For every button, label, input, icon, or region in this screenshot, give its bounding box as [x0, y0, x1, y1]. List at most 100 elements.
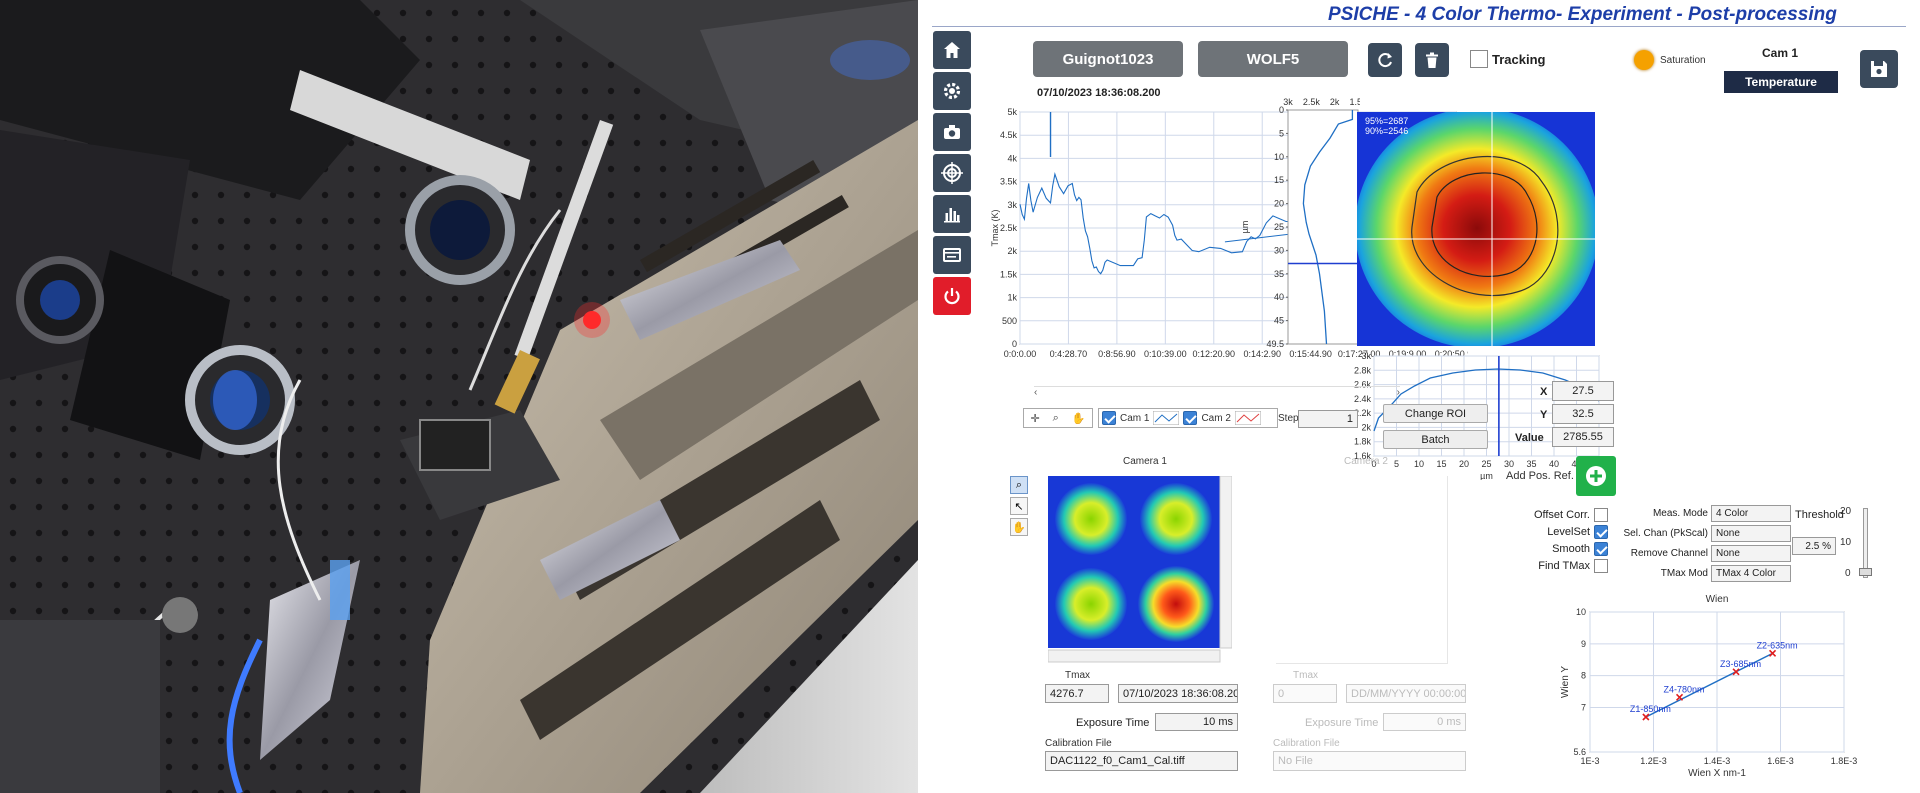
- x-tick-label: 0:0:0.00: [1004, 349, 1037, 359]
- cam2-legend-label: Cam 2: [1201, 412, 1231, 424]
- y-tick-label: 3.5k: [1000, 177, 1018, 187]
- camera2-calib-label: Calibration File: [1273, 738, 1340, 749]
- levelset-label: LevelSet: [1547, 525, 1590, 538]
- offset-corr-label: Offset Corr.: [1533, 508, 1590, 521]
- cam2-checkbox[interactable]: [1183, 411, 1198, 425]
- camera2-tmax-label: Tmax: [1293, 670, 1318, 681]
- v-scrollbar: [1219, 476, 1232, 649]
- cursor-y-field: 32.5: [1552, 404, 1614, 424]
- nav-rail: [933, 31, 971, 315]
- y-tick-label: 15: [1274, 175, 1284, 185]
- cam1-legend-label: Cam 1: [1120, 412, 1150, 424]
- camera1-exposure-field[interactable]: 10 ms: [1155, 713, 1238, 731]
- threshold-slider[interactable]: 20 10 0: [1838, 506, 1878, 582]
- save-icon: [1871, 61, 1887, 77]
- y-tick-label: 9: [1581, 639, 1586, 649]
- x-tick-label: 15: [1436, 459, 1446, 469]
- camera1-calib-field[interactable]: DAC1122_f0_Cam1_Cal.tiff: [1045, 751, 1238, 771]
- add-pos-ref-button[interactable]: [1576, 456, 1616, 496]
- remove-channel-select[interactable]: None: [1711, 544, 1791, 562]
- home-button[interactable]: [933, 31, 971, 69]
- x-axis-label: Wien X nm-1: [1688, 768, 1746, 779]
- y-tick-label: 35: [1274, 269, 1284, 279]
- zoom-icon[interactable]: ⌕: [1010, 476, 1028, 494]
- step-field[interactable]: 1: [1298, 410, 1358, 428]
- x-tick-label: 35: [1526, 459, 1536, 469]
- threshold-field[interactable]: 2.5 %: [1792, 537, 1836, 555]
- crosshair-icon[interactable]: ✛: [1030, 412, 1039, 425]
- gear-icon: [943, 82, 961, 100]
- x-axis-label: µm: [1480, 471, 1493, 480]
- heatmap-intensity: [1357, 112, 1595, 346]
- sel-chan-select[interactable]: None: [1711, 524, 1791, 542]
- power-button[interactable]: [933, 277, 971, 315]
- x-tick-label: 1.5k: [1349, 97, 1360, 107]
- find-tmax-label: Find TMax: [1538, 559, 1590, 572]
- meas-mode-select[interactable]: 4 Color: [1711, 504, 1791, 522]
- y-tick-label: 0: [1012, 339, 1017, 349]
- threshold-tick-max: 20: [1840, 506, 1852, 517]
- scroll-left-icon[interactable]: ‹: [1034, 387, 1037, 398]
- refresh-button[interactable]: [1368, 43, 1402, 77]
- find-tmax-checkbox[interactable]: [1594, 558, 1608, 573]
- tmax-mod-select[interactable]: TMax 4 Color: [1711, 564, 1791, 582]
- change-roi-button[interactable]: Change ROI: [1383, 404, 1488, 423]
- pointer-icon[interactable]: ↖: [1010, 497, 1028, 515]
- tracking-checkbox[interactable]: [1470, 50, 1488, 68]
- chart-title: Wien: [1706, 594, 1729, 605]
- options-group: Offset Corr. LevelSet Smooth Find TMax: [1488, 506, 1608, 574]
- target-button[interactable]: [933, 154, 971, 192]
- batch-button[interactable]: Batch: [1383, 430, 1488, 449]
- y-axis-label: Wien Y: [1560, 666, 1571, 698]
- cam1-line-swatch: [1153, 411, 1180, 425]
- y-tick-label: 2.5k: [1000, 223, 1018, 233]
- camera2-tmax-field: 0: [1273, 684, 1337, 703]
- point-label: Z3-685nm: [1720, 659, 1761, 669]
- y-axis-label: Tmax (K): [990, 209, 1000, 246]
- x-tick-label: 40: [1549, 459, 1559, 469]
- sample-button[interactable]: WOLF5: [1198, 41, 1348, 77]
- y-tick-label: 25: [1274, 222, 1284, 232]
- settings-button[interactable]: [933, 72, 971, 110]
- levelset-checkbox[interactable]: [1594, 524, 1608, 539]
- offset-corr-checkbox[interactable]: [1594, 507, 1608, 522]
- contour-label: 95%=2687: [1365, 116, 1408, 126]
- y-tick-label: 1.8k: [1354, 437, 1372, 447]
- x-tick-label: 0:10:39.00: [1144, 349, 1187, 359]
- spot-z4: [1138, 566, 1214, 642]
- zoom-tool-icon[interactable]: ⌕: [1053, 412, 1059, 425]
- mode-selector[interactable]: Temperature: [1724, 71, 1838, 93]
- step-label: Step: [1278, 413, 1299, 424]
- charts-button[interactable]: [933, 195, 971, 233]
- scroll-right-icon[interactable]: ›: [1397, 387, 1400, 398]
- smooth-checkbox[interactable]: [1594, 541, 1608, 556]
- y-tick-label: 49.5: [1266, 339, 1284, 349]
- x-tick-label: 1.2E-3: [1640, 756, 1667, 766]
- experiment-button[interactable]: Guignot1023: [1033, 41, 1183, 77]
- y-tick-label: 2k: [1007, 246, 1017, 256]
- cam1-checkbox[interactable]: [1102, 411, 1116, 425]
- camera-button[interactable]: [933, 113, 971, 151]
- chart-timestamp: 07/10/2023 18:36:08.200: [1037, 87, 1161, 99]
- saturation-led: [1634, 50, 1654, 70]
- threshold-tick-mid: 10: [1840, 537, 1852, 548]
- window-button[interactable]: [933, 236, 971, 274]
- save-button[interactable]: [1860, 50, 1898, 88]
- settings-group: Meas. Mode 4 Color Sel. Chan (PkScal) No…: [1618, 503, 1791, 583]
- pan-tool-icon[interactable]: ✋: [1072, 412, 1086, 425]
- y-tick-label: 10: [1274, 152, 1284, 162]
- camera2-exposure-field: 0 ms: [1383, 713, 1466, 731]
- hand-icon[interactable]: ✋: [1010, 518, 1028, 536]
- threshold-thumb[interactable]: [1859, 568, 1872, 576]
- camera2-calib-field: No File: [1273, 751, 1466, 771]
- delete-button[interactable]: [1415, 43, 1449, 77]
- y-tick-label: 500: [1002, 316, 1017, 326]
- image-tools: ⌕ ↖ ✋: [1010, 476, 1030, 536]
- y-tick-label: 4k: [1007, 153, 1017, 163]
- window-icon: [943, 248, 961, 262]
- x-tick-label: 2.5k: [1303, 97, 1321, 107]
- y-tick-label: 8: [1581, 671, 1586, 681]
- y-tick-label: 2.8k: [1354, 365, 1372, 375]
- chart-scrollbar[interactable]: ‹ ›: [1034, 386, 1400, 398]
- cursor-x-label: X: [1540, 386, 1548, 398]
